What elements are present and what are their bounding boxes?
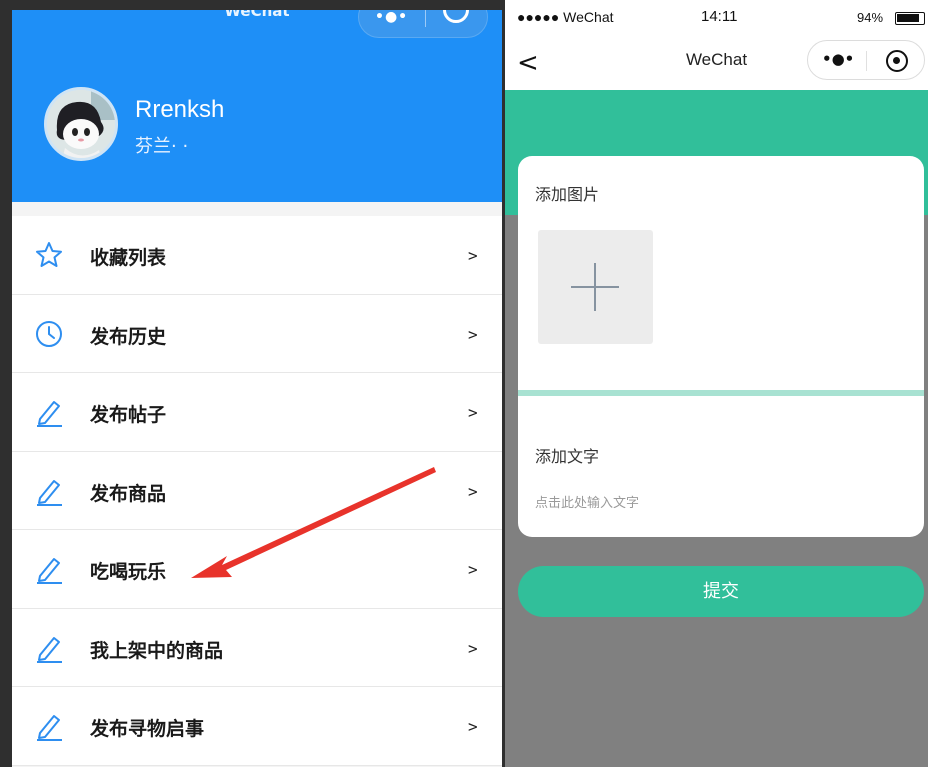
close-miniprogram-icon[interactable] [886, 50, 908, 72]
menu-item-label: 发布商品 [90, 482, 167, 505]
profile-menu: 收藏列表 > 发布历史 > 发布帖子 > 发布商品 > 吃喝玩乐 > 我上架中的… [12, 216, 502, 766]
post-form-card: 添加图片 添加文字 点击此处输入文字 [518, 156, 924, 537]
menu-item-favorites[interactable]: 收藏列表 > [12, 216, 502, 295]
user-name: Rrenksh [135, 96, 225, 123]
chevron-right-icon: > [468, 481, 478, 501]
menu-item-post[interactable]: 发布帖子 > [12, 373, 502, 452]
pencil-icon [37, 715, 62, 741]
more-icon[interactable]: •●• [375, 10, 408, 25]
menu-item-label: 发布帖子 [90, 404, 167, 426]
profile-header: WeChat •●• Rrenksh 芬兰· · [12, 10, 502, 202]
menu-item-label: 我上架中的商品 [90, 639, 224, 662]
avatar[interactable] [44, 87, 118, 161]
add-text-label: 添加文字 [535, 447, 600, 466]
capsule-divider [866, 51, 867, 71]
star-icon [36, 242, 62, 267]
menu-item-label: 发布历史 [90, 325, 167, 348]
menu-item-goods[interactable]: 发布商品 > [12, 451, 502, 530]
menu-item-food-fun[interactable]: 吃喝玩乐 > [12, 530, 502, 609]
chevron-right-icon: > [468, 560, 478, 579]
clock-icon [36, 320, 62, 347]
chevron-right-icon: > [468, 403, 478, 422]
battery-percent: 94% [857, 10, 884, 25]
chevron-right-icon: > [468, 324, 478, 344]
profile-page: WeChat •●• Rrenksh 芬兰· · 收藏列表 > 发布历史 > 发… [12, 10, 502, 767]
chevron-right-icon: > [468, 717, 478, 736]
plus-icon-vertical [594, 263, 596, 311]
pencil-icon [37, 401, 62, 427]
pencil-icon [37, 558, 62, 584]
menu-item-label: 发布寻物启事 [90, 718, 205, 740]
menu-item-lost-found[interactable]: 发布寻物启事 > [12, 687, 502, 766]
add-image-button[interactable] [538, 230, 653, 344]
battery-icon [895, 12, 925, 25]
submit-button[interactable]: 提交 [518, 566, 924, 617]
menu-item-label: 收藏列表 [90, 247, 167, 269]
menu-item-history[interactable]: 发布历史 > [12, 294, 502, 373]
close-miniprogram-icon[interactable] [443, 10, 469, 23]
status-bar: ●●●●● WeChat 14:11 94% [505, 0, 928, 40]
miniprogram-capsule[interactable]: •●• [807, 40, 925, 80]
miniprogram-capsule[interactable]: •●• [358, 10, 488, 38]
navigation-bar: < WeChat •●• [505, 40, 928, 90]
avatar-image [47, 90, 115, 158]
status-time: 14:11 [701, 8, 738, 25]
menu-item-label: 吃喝玩乐 [90, 561, 167, 583]
right-phone-screen: ●●●●● WeChat 14:11 94% < WeChat •●• 添加图片… [505, 0, 928, 767]
add-image-label: 添加图片 [535, 185, 600, 204]
left-phone-screen: WeChat •●• Rrenksh 芬兰· · 收藏列表 > 发布历史 > 发… [0, 0, 510, 767]
section-divider [518, 390, 924, 396]
more-icon[interactable]: •●• [822, 50, 854, 68]
capsule-divider [425, 10, 426, 27]
user-location: 芬兰· · [135, 136, 189, 157]
text-input[interactable]: 点击此处输入文字 [535, 492, 639, 511]
carrier-signal: ●●●●● WeChat [517, 9, 614, 25]
chevron-right-icon: > [468, 638, 478, 658]
pencil-icon [37, 479, 62, 506]
chevron-right-icon: > [468, 246, 478, 265]
pencil-icon [37, 636, 62, 663]
menu-item-my-listings[interactable]: 我上架中的商品 > [12, 608, 502, 687]
screenshot-root: WeChat •●• Rrenksh 芬兰· · 收藏列表 > 发布历史 > 发… [0, 0, 928, 767]
